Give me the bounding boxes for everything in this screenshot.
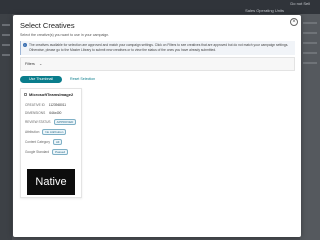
creative-id-row: CREATIVE ID 1123948011	[25, 103, 66, 107]
background-topbar: Do not Sell Sales Operating Units	[0, 0, 320, 14]
field-key: Attribution	[25, 130, 40, 134]
right-panel-row	[303, 52, 317, 54]
attribution-badge: No Attribution	[42, 129, 67, 135]
field-key: Content Category	[25, 140, 50, 144]
right-panel-row	[303, 22, 317, 24]
sidebar-item	[2, 24, 10, 26]
creative-name: MicrosoftTeamsImage2	[29, 92, 74, 97]
info-notice: i The creatives available for selection …	[20, 41, 295, 55]
top-link-sales-units[interactable]: Sales Operating Units	[245, 8, 284, 13]
info-line-2: Otherwise, please go to the Master Libra…	[29, 48, 217, 52]
right-panel-row	[303, 62, 317, 64]
right-panel-row	[303, 42, 317, 44]
info-icon: i	[23, 43, 27, 47]
right-panel-row	[303, 32, 317, 34]
modal-subtitle: Select the creative(s) you want to use i…	[20, 33, 110, 37]
field-value: 644x400	[49, 111, 62, 115]
sidebar-item	[2, 44, 10, 46]
field-key: Google Standard	[25, 150, 50, 154]
modal-title: Select Creatives	[20, 21, 75, 30]
creative-select-checkbox[interactable]	[24, 93, 27, 96]
google-status-badge: Passed	[52, 149, 69, 155]
content-category-row: Content Category All	[25, 139, 63, 145]
info-line-1: The creatives available for selection ar…	[29, 43, 289, 47]
field-key: REVIEW STATUS	[25, 120, 51, 124]
category-badge: All	[52, 139, 63, 145]
filters-toggle[interactable]: Filters ⌄	[20, 57, 295, 71]
field-value: 1123948011	[48, 103, 67, 107]
background-sidebar	[0, 14, 12, 240]
field-key: DIMENSIONS	[25, 111, 46, 115]
field-key: CREATIVE ID	[25, 103, 45, 107]
background-right-panel	[300, 14, 320, 240]
sidebar-item	[2, 34, 10, 36]
creative-card[interactable]: MicrosoftTeamsImage2 CREATIVE ID 11239480…	[20, 88, 82, 198]
close-button[interactable]: ×	[290, 18, 298, 26]
chevron-down-icon: ⌄	[39, 61, 43, 66]
attribution-row: Attribution No Attribution	[25, 129, 67, 135]
review-status-row: REVIEW STATUS APPROVED	[25, 119, 77, 125]
google-standard-row: Google Standard Passed	[25, 149, 69, 155]
dimensions-row: DIMENSIONS 644x400	[25, 111, 61, 115]
filters-label: Filters	[25, 62, 35, 66]
sidebar-item	[2, 54, 10, 56]
status-badge: APPROVED	[53, 119, 77, 125]
use-thumbnail-button[interactable]: Use Thumbnail	[20, 76, 62, 83]
reset-selection-link[interactable]: Reset Selection	[70, 76, 95, 83]
creative-preview-thumbnail[interactable]: Native	[27, 169, 75, 195]
top-link-do-not-sell[interactable]: Do not Sell	[290, 1, 310, 6]
